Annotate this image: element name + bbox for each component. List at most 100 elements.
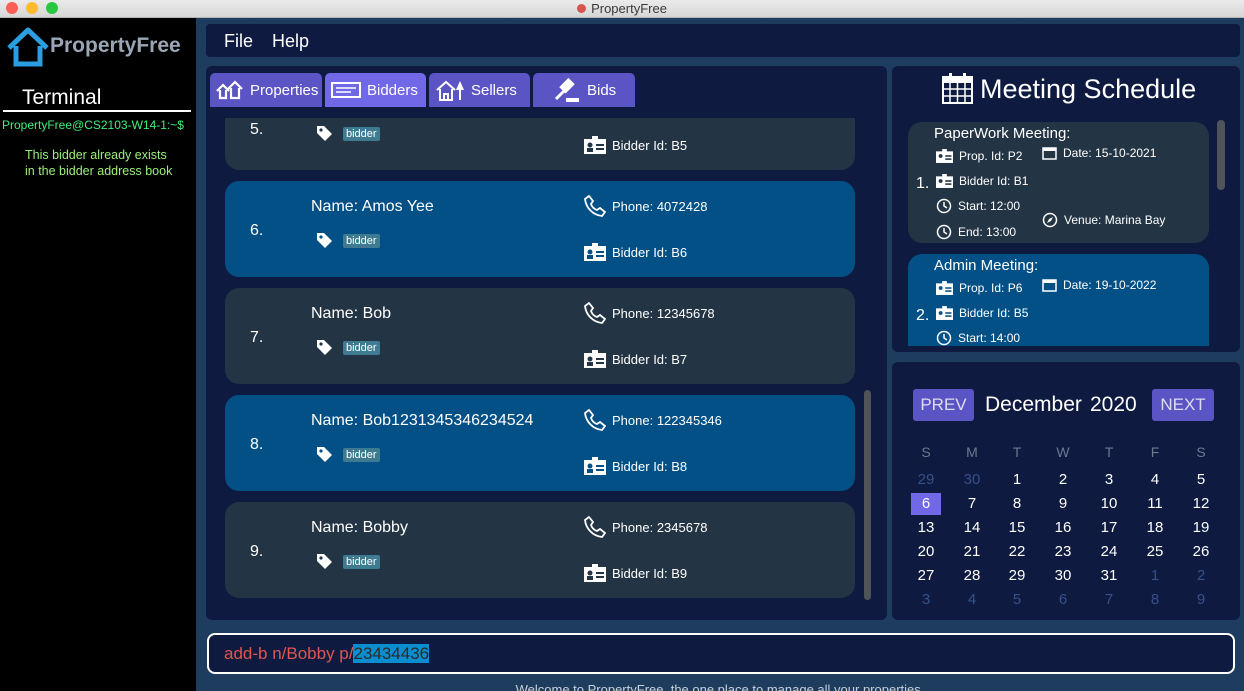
calendar-day[interactable]: 29: [911, 469, 941, 491]
bidder-card[interactable]: 6. Name: Amos Yee bidder Phone: 4072428 …: [225, 181, 855, 277]
calendar-day[interactable]: 11: [1140, 493, 1170, 515]
calendar-day[interactable]: 8: [1002, 493, 1032, 515]
calendar-day[interactable]: 5: [1002, 589, 1032, 611]
calendar-day[interactable]: 13: [911, 517, 941, 539]
calendar-day[interactable]: 6: [911, 493, 941, 515]
tab-bids[interactable]: Bids: [533, 73, 635, 107]
tab-sellers[interactable]: Sellers: [429, 73, 530, 107]
bidder-tag: bidder: [343, 448, 380, 462]
calendar-day[interactable]: 18: [1140, 517, 1170, 539]
calendar-day[interactable]: 8: [1140, 589, 1170, 611]
calendar-day[interactable]: 19: [1186, 517, 1216, 539]
prev-month-button[interactable]: PREV: [913, 389, 974, 421]
id-card-icon: [936, 149, 953, 163]
app-logo-text: PropertyFree: [50, 34, 181, 57]
command-typed-text: add-b n/Bobby p/: [224, 644, 354, 663]
bidder-index: 9.: [250, 543, 264, 560]
bidder-id: Bidder Id: B9: [612, 566, 688, 581]
tab-bidders[interactable]: Bidders: [325, 73, 426, 107]
bidder-phone: Phone: 122345346: [612, 413, 722, 428]
bidder-id: Bidder Id: B6: [612, 245, 688, 260]
bidder-id: Bidder Id: B8: [612, 459, 688, 474]
calendar-day[interactable]: 20: [911, 541, 941, 563]
meeting-index: 2.: [916, 307, 930, 324]
calendar-day[interactable]: 14: [957, 517, 987, 539]
calendar-day[interactable]: 2: [1186, 565, 1216, 587]
calendar-day[interactable]: 2: [1048, 469, 1078, 491]
calendar-day[interactable]: 10: [1094, 493, 1124, 515]
id-card-icon: [936, 174, 953, 188]
window-titlebar: PropertyFree: [0, 0, 1244, 18]
command-input-box[interactable]: add-b n/Bobby p/23434436: [207, 633, 1235, 674]
meeting-prop-id-text: Prop. Id: P6: [959, 281, 1023, 295]
calendar-day[interactable]: 16: [1048, 517, 1078, 539]
meeting-start: Start: 14:00: [936, 330, 1020, 346]
menu-file[interactable]: File: [224, 31, 253, 52]
menu-help[interactable]: Help: [272, 31, 309, 52]
next-month-button[interactable]: NEXT: [1152, 389, 1214, 421]
bidder-card[interactable]: 9. Name: Bobby bidder Phone: 2345678 Bid…: [225, 502, 855, 598]
calendar-day[interactable]: 21: [957, 541, 987, 563]
calendar-day[interactable]: 30: [1048, 565, 1078, 587]
calendar-day[interactable]: 6: [1048, 589, 1078, 611]
calendar-day[interactable]: 5: [1186, 469, 1216, 491]
id-card-icon: [936, 281, 953, 295]
calendar-day[interactable]: 4: [957, 589, 987, 611]
meeting-list[interactable]: PaperWork Meeting: 1. Prop. Id: P2 Date:…: [892, 122, 1240, 346]
meeting-bidder-id: Bidder Id: B5: [936, 306, 1028, 320]
calendar-day[interactable]: 29: [1002, 565, 1032, 587]
calendar-day[interactable]: 4: [1140, 469, 1170, 491]
bidder-index: 7.: [250, 329, 264, 346]
list-panel: Properties Bidders Sellers Bids 5. bidde…: [206, 66, 887, 620]
calendar-day[interactable]: 9: [1186, 589, 1216, 611]
calendar-day[interactable]: 25: [1140, 541, 1170, 563]
weekday-label: W: [1056, 444, 1070, 460]
calendar-day[interactable]: 7: [957, 493, 987, 515]
calendar-day[interactable]: 1: [1140, 565, 1170, 587]
tab-properties[interactable]: Properties: [210, 73, 322, 107]
calendar-day[interactable]: 7: [1094, 589, 1124, 611]
bidder-phone: Phone: 12345678: [612, 306, 715, 321]
bidder-card[interactable]: 7. Name: Bob bidder Phone: 12345678 Bidd…: [225, 288, 855, 384]
meeting-list-scrollbar[interactable]: [1217, 120, 1225, 190]
weekday-label: T: [1012, 444, 1022, 460]
weekday-label: S: [921, 444, 931, 460]
meeting-date-text: Date: 15-10-2021: [1063, 146, 1157, 160]
calendar-day[interactable]: 24: [1094, 541, 1124, 563]
houses-icon: [216, 80, 243, 100]
command-selected-text: 23434436: [353, 644, 430, 663]
calendar-day[interactable]: 23: [1048, 541, 1078, 563]
calendar-day[interactable]: 9: [1048, 493, 1078, 515]
id-card-icon: [584, 457, 606, 475]
meeting-card[interactable]: PaperWork Meeting: 1. Prop. Id: P2 Date:…: [908, 122, 1209, 243]
calendar-day[interactable]: 17: [1094, 517, 1124, 539]
calendar-day[interactable]: 3: [911, 589, 941, 611]
calendar-day[interactable]: 3: [1094, 469, 1124, 491]
bidder-id: Bidder Id: B7: [612, 352, 688, 367]
meeting-index: 1.: [916, 175, 930, 192]
command-input[interactable]: add-b n/Bobby p/23434436: [224, 644, 430, 664]
bidder-list[interactable]: 5. bidder Bidder Id: B5 6. Name: Amos Ye…: [206, 118, 887, 612]
id-card-icon: [936, 306, 953, 320]
bidder-tag: bidder: [343, 341, 380, 355]
calendar-day[interactable]: 27: [911, 565, 941, 587]
calendar-day[interactable]: 30: [957, 469, 987, 491]
calendar-day[interactable]: 22: [1002, 541, 1032, 563]
calendar-day[interactable]: 15: [1002, 517, 1032, 539]
bidder-list-scrollbar[interactable]: [864, 390, 871, 600]
calendar-day[interactable]: 26: [1186, 541, 1216, 563]
meeting-title: Admin Meeting:: [934, 257, 1039, 274]
calendar-day[interactable]: 1: [1002, 469, 1032, 491]
bidder-card[interactable]: 5. bidder Bidder Id: B5: [225, 118, 855, 170]
meeting-date: Date: 19-10-2022: [1042, 278, 1156, 292]
calendar-day[interactable]: 31: [1094, 565, 1124, 587]
meeting-card[interactable]: Admin Meeting: 2. Prop. Id: P6 Date: 19-…: [908, 254, 1209, 346]
calendar-day[interactable]: 28: [957, 565, 987, 587]
terminal-prompt: PropertyFree@CS2103-W14-1:~$: [2, 118, 184, 132]
bidder-card[interactable]: 8. Name: Bob1231345346234524 bidder Phon…: [225, 395, 855, 491]
tab-sellers-label: Sellers: [471, 81, 517, 99]
bidder-name: Name: Bob: [311, 305, 392, 322]
meeting-schedule-panel: Meeting Schedule PaperWork Meeting: 1. P…: [892, 66, 1240, 352]
calendar-day[interactable]: 12: [1186, 493, 1216, 515]
bidder-id: Bidder Id: B5: [612, 138, 688, 153]
